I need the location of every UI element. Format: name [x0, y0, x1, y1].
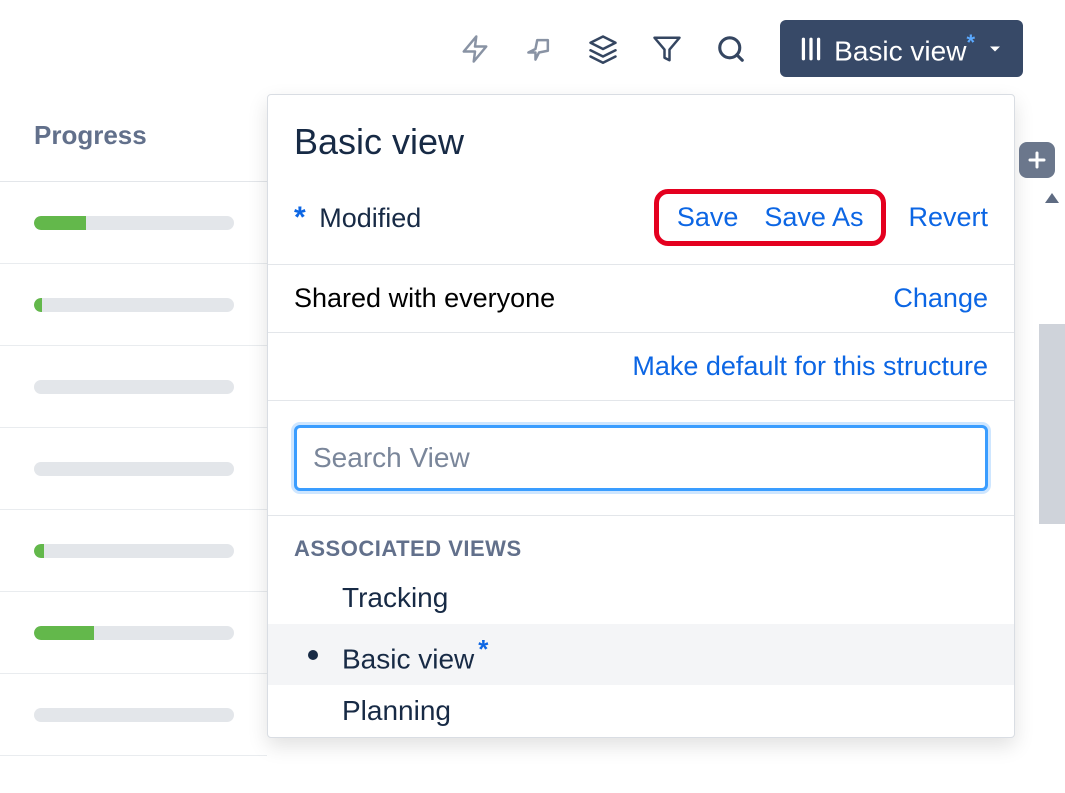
progress-bar: [34, 626, 234, 640]
modified-row: * Modified Save Save As Revert: [268, 177, 1014, 265]
save-as-link[interactable]: Save As: [764, 202, 863, 233]
progress-bar: [34, 216, 234, 230]
view-item[interactable]: Basic view*: [268, 624, 1014, 685]
layers-icon[interactable]: [588, 34, 618, 64]
progress-row: [0, 510, 267, 592]
change-link[interactable]: Change: [893, 283, 988, 314]
search-view-input[interactable]: [294, 425, 988, 491]
search-wrap: [268, 401, 1014, 516]
progress-row: [0, 182, 267, 264]
progress-row: [0, 592, 267, 674]
make-default-link[interactable]: Make default for this structure: [632, 351, 988, 382]
progress-fill: [34, 216, 86, 230]
modified-label: Modified: [319, 203, 421, 233]
modified-asterisk-icon: *: [478, 634, 488, 664]
scroll-thumb[interactable]: [1039, 324, 1065, 524]
panel-title: Basic view: [268, 95, 1014, 177]
view-item-label: Planning: [342, 695, 451, 726]
view-item[interactable]: Tracking: [268, 572, 1014, 624]
filter-icon[interactable]: [652, 34, 682, 64]
progress-bar: [34, 298, 234, 312]
view-item-label: Basic view: [342, 643, 474, 674]
progress-column: Progress: [0, 120, 267, 756]
view-list: Tracking Basic view* Planning: [268, 572, 1014, 737]
progress-row: [0, 264, 267, 346]
progress-bar: [34, 708, 234, 722]
save-link[interactable]: Save: [677, 202, 739, 233]
modified-asterisk-icon: *: [966, 30, 975, 55]
associated-views-label: ASSOCIATED VIEWS: [268, 516, 1014, 572]
progress-row: [0, 428, 267, 510]
view-item[interactable]: Planning: [268, 685, 1014, 737]
view-selector-button[interactable]: Basic view*: [780, 20, 1023, 77]
add-column-button[interactable]: [1019, 142, 1055, 178]
chevron-down-icon: [985, 39, 1005, 59]
make-default-row: Make default for this structure: [268, 333, 1014, 401]
shared-label: Shared with everyone: [294, 283, 555, 314]
pin-icon[interactable]: [524, 34, 554, 64]
highlight-annotation: Save Save As: [654, 189, 887, 246]
progress-header: Progress: [0, 120, 267, 182]
progress-fill: [34, 544, 44, 558]
progress-bar: [34, 462, 234, 476]
asterisk-icon: *: [294, 201, 306, 234]
shared-row: Shared with everyone Change: [268, 265, 1014, 333]
lightning-icon[interactable]: [460, 34, 490, 64]
revert-link[interactable]: Revert: [908, 202, 988, 233]
progress-fill: [34, 626, 94, 640]
progress-row: [0, 346, 267, 428]
toolbar: Basic view*: [460, 20, 1023, 77]
progress-row: [0, 674, 267, 756]
scroll-up-arrow[interactable]: [1039, 188, 1065, 208]
progress-fill: [34, 298, 42, 312]
view-panel: Basic view * Modified Save Save As Rever…: [267, 94, 1015, 738]
bullet-icon: [308, 650, 318, 660]
view-selector-label: Basic view*: [834, 30, 975, 67]
search-icon[interactable]: [716, 34, 746, 64]
progress-bar: [34, 544, 234, 558]
scrollbar[interactable]: [1039, 188, 1065, 788]
view-item-label: Tracking: [342, 582, 448, 613]
progress-bar: [34, 380, 234, 394]
